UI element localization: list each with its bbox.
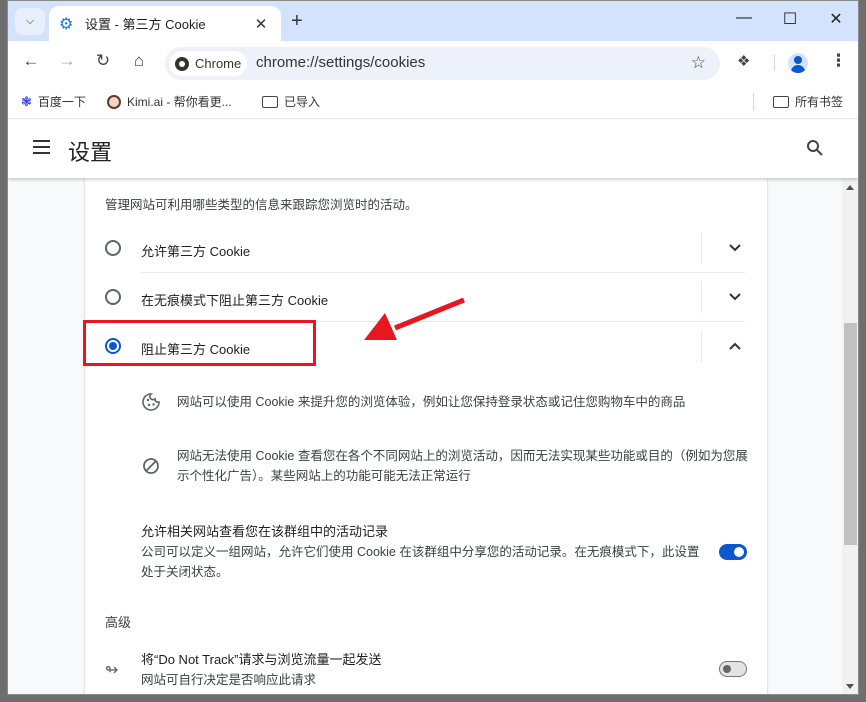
page-scrollbar[interactable] <box>842 178 858 694</box>
row-separator <box>701 281 702 313</box>
bookmark-label: 已导入 <box>284 95 321 109</box>
do-not-track-subtitle: 网站可自行决定是否响应此请求 <box>141 673 317 687</box>
search-icon[interactable] <box>806 139 824 157</box>
extensions-puzzle-icon[interactable]: ❖ <box>737 52 750 70</box>
radio-option-block-incognito[interactable]: 在无痕模式下阻止第三方 Cookie <box>85 273 767 322</box>
profile-avatar-icon[interactable] <box>788 53 808 73</box>
scrollbar-thumb[interactable] <box>844 323 857 545</box>
toolbar: ← → ↻ ⌂ Chrome chrome://settings/cookies… <box>8 41 858 85</box>
bookmark-kimi[interactable]: Kimi.ai - 帮你看更... <box>107 93 232 110</box>
url-text[interactable]: chrome://settings/cookies <box>256 54 425 71</box>
scroll-up-arrow-icon[interactable] <box>846 185 854 190</box>
radio-label: 允许第三方 Cookie <box>141 244 251 259</box>
folder-icon <box>262 95 278 108</box>
do-not-track-toggle[interactable] <box>719 661 747 677</box>
bookmark-label: Kimi.ai - 帮你看更... <box>127 95 232 109</box>
site-info-chip[interactable]: Chrome <box>169 51 247 76</box>
related-sites-toggle[interactable] <box>719 544 747 560</box>
radio-option-allow[interactable]: 允许第三方 Cookie <box>85 224 767 273</box>
chrome-logo-icon <box>175 56 189 71</box>
folder-icon <box>773 95 789 108</box>
chevron-up-icon[interactable] <box>725 336 745 356</box>
bookmark-label: 百度一下 <box>37 95 86 109</box>
more-menu-icon[interactable]: ⋮ <box>830 51 847 71</box>
advanced-section-title: 高级 <box>105 615 132 630</box>
forward-button[interactable]: → <box>56 51 78 71</box>
radio-button[interactable] <box>105 289 121 305</box>
toolbar-separator <box>774 55 775 71</box>
related-sites-title: 允许相关网站查看您在该群组中的活动记录 <box>141 524 389 539</box>
hamburger-menu-icon[interactable] <box>33 140 50 158</box>
page-title: 设置 <box>68 140 113 165</box>
bookmark-baidu[interactable]: ❃ 百度一下 <box>21 93 86 110</box>
settings-header: 设置 <box>8 120 858 178</box>
tab-settings[interactable]: ⚙ 设置 - 第三方 Cookie ✕ <box>49 6 281 41</box>
intro-text: 管理网站可利用哪些类型的信息来跟踪您浏览时的活动。 <box>105 198 418 212</box>
cookie-icon <box>142 393 160 411</box>
kimi-avatar-icon <box>107 94 121 109</box>
baidu-paw-icon: ❃ <box>21 93 32 109</box>
block-icon <box>143 458 159 474</box>
back-button[interactable]: ← <box>20 51 42 71</box>
new-tab-button[interactable]: + <box>291 10 303 33</box>
related-sites-subtitle: 公司可以定义一组网站，允许它们使用 Cookie 在该群组中分享您的活动记录。在… <box>141 545 700 579</box>
radio-button[interactable] <box>105 240 121 256</box>
do-not-track-title: 将“Do Not Track”请求与浏览流量一起发送 <box>141 652 382 667</box>
chevron-down-icon[interactable] <box>725 238 745 258</box>
tab-strip: ⌵ ⚙ 设置 - 第三方 Cookie ✕ + — ☐ ✕ <box>8 1 858 41</box>
detail-text: 网站可以使用 Cookie 来提升您的浏览体验，例如让您保持登录状态或记住您购物… <box>177 395 686 409</box>
chevron-down-icon[interactable] <box>725 287 745 307</box>
chevron-down-icon: ⌵ <box>25 15 35 27</box>
gear-icon: ⚙ <box>59 15 74 33</box>
bookmarks-bar: ❃ 百度一下 Kimi.ai - 帮你看更... 已导入 所有书签 <box>8 85 858 119</box>
annotation-highlight-box <box>83 320 316 366</box>
row-separator <box>701 232 702 264</box>
bookmark-star-icon[interactable]: ☆ <box>691 53 706 73</box>
radio-label: 在无痕模式下阻止第三方 Cookie <box>141 293 329 308</box>
tab-search-button[interactable]: ⌵ <box>15 8 45 35</box>
settings-content: 管理网站可利用哪些类型的信息来跟踪您浏览时的活动。 允许第三方 Cookie 在… <box>8 178 842 694</box>
home-button[interactable]: ⌂ <box>128 51 150 71</box>
close-tab-icon[interactable]: ✕ <box>251 15 271 33</box>
minimize-button[interactable]: — <box>734 9 754 27</box>
related-sites-setting: 允许相关网站查看您在该群组中的活动记录 公司可以定义一组网站，允许它们使用 Co… <box>141 522 751 582</box>
maximize-button[interactable]: ☐ <box>780 9 800 29</box>
detail-text: 网站无法使用 Cookie 查看您在各个不同网站上的浏览活动，因而无法实现某些功… <box>177 449 748 483</box>
forward-arrows-icon: ↬ <box>105 662 119 679</box>
tab-title: 设置 - 第三方 Cookie <box>85 17 206 32</box>
third-party-cookies-card: 管理网站可利用哪些类型的信息来跟踪您浏览时的活动。 允许第三方 Cookie 在… <box>83 178 767 694</box>
row-separator <box>701 330 702 362</box>
reload-button[interactable]: ↻ <box>92 51 114 71</box>
chip-label: Chrome <box>195 56 242 71</box>
address-bar[interactable]: Chrome chrome://settings/cookies ☆ <box>165 47 720 80</box>
close-window-button[interactable]: ✕ <box>826 9 846 29</box>
all-bookmarks-label: 所有书签 <box>795 95 844 109</box>
scroll-down-arrow-icon[interactable] <box>846 684 854 689</box>
bookmark-folder-imported[interactable]: 已导入 <box>262 93 320 110</box>
all-bookmarks-button[interactable]: 所有书签 <box>773 93 843 110</box>
bookmarks-separator <box>753 93 754 111</box>
browser-window: ⌵ ⚙ 设置 - 第三方 Cookie ✕ + — ☐ ✕ ← → ↻ ⌂ Ch… <box>7 0 859 695</box>
